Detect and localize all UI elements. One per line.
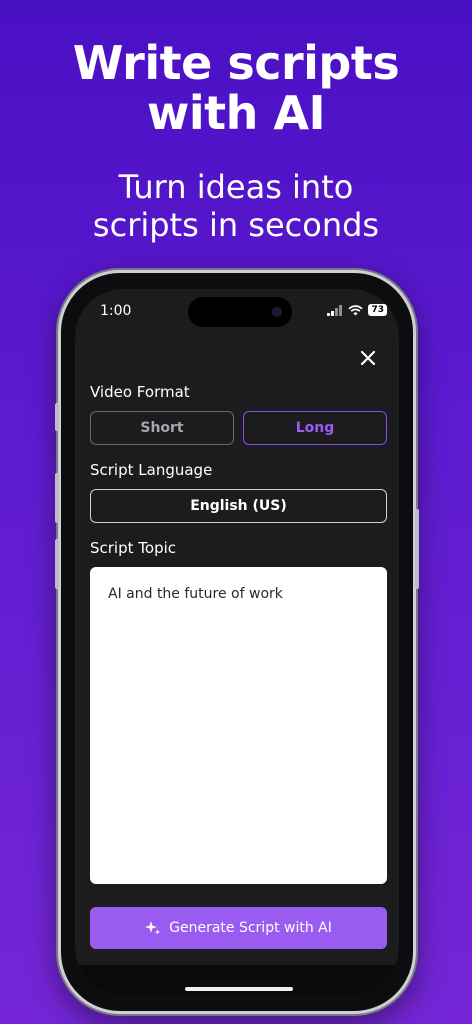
battery-icon: 73 [368, 304, 387, 316]
close-icon [361, 351, 375, 365]
action-button [55, 403, 59, 431]
volume-down-button [55, 539, 59, 589]
generate-script-label: Generate Script with AI [169, 920, 332, 936]
home-indicator [185, 987, 293, 991]
format-option-long[interactable]: Long [243, 411, 387, 445]
subline-line-2: scripts in seconds [92, 206, 380, 244]
wifi-icon [348, 304, 364, 315]
headline-line-1: Write scripts [72, 36, 400, 90]
volume-up-button [55, 473, 59, 523]
dynamic-island [188, 297, 292, 327]
headline-line-2: with AI [146, 86, 326, 140]
status-bar: 1:00 73 [75, 289, 399, 333]
promo-headline: Write scripts with AI [0, 38, 472, 138]
close-button[interactable] [355, 345, 381, 371]
language-select[interactable]: English (US) [90, 489, 387, 523]
script-topic-label: Script Topic [90, 539, 177, 557]
subline-line-1: Turn ideas into [118, 168, 354, 206]
topic-input-value: AI and the future of work [108, 586, 283, 602]
power-button [415, 509, 419, 589]
script-language-label: Script Language [90, 461, 213, 479]
phone-screen: 1:00 73 Video Format Short Long Script L… [75, 289, 399, 995]
format-option-short[interactable]: Short [90, 411, 234, 445]
camera-icon [272, 307, 282, 317]
status-time: 1:00 [100, 303, 132, 319]
promo-subline: Turn ideas into scripts in seconds [0, 168, 472, 244]
status-icons: 73 [327, 304, 387, 316]
signal-icon [327, 304, 343, 316]
topic-input[interactable]: AI and the future of work [90, 567, 387, 884]
phone-frame: 1:00 73 Video Format Short Long Script L… [55, 270, 419, 1014]
sparkle-icon [145, 921, 161, 935]
video-format-label: Video Format [90, 383, 190, 401]
generate-script-button[interactable]: Generate Script with AI [90, 907, 387, 949]
